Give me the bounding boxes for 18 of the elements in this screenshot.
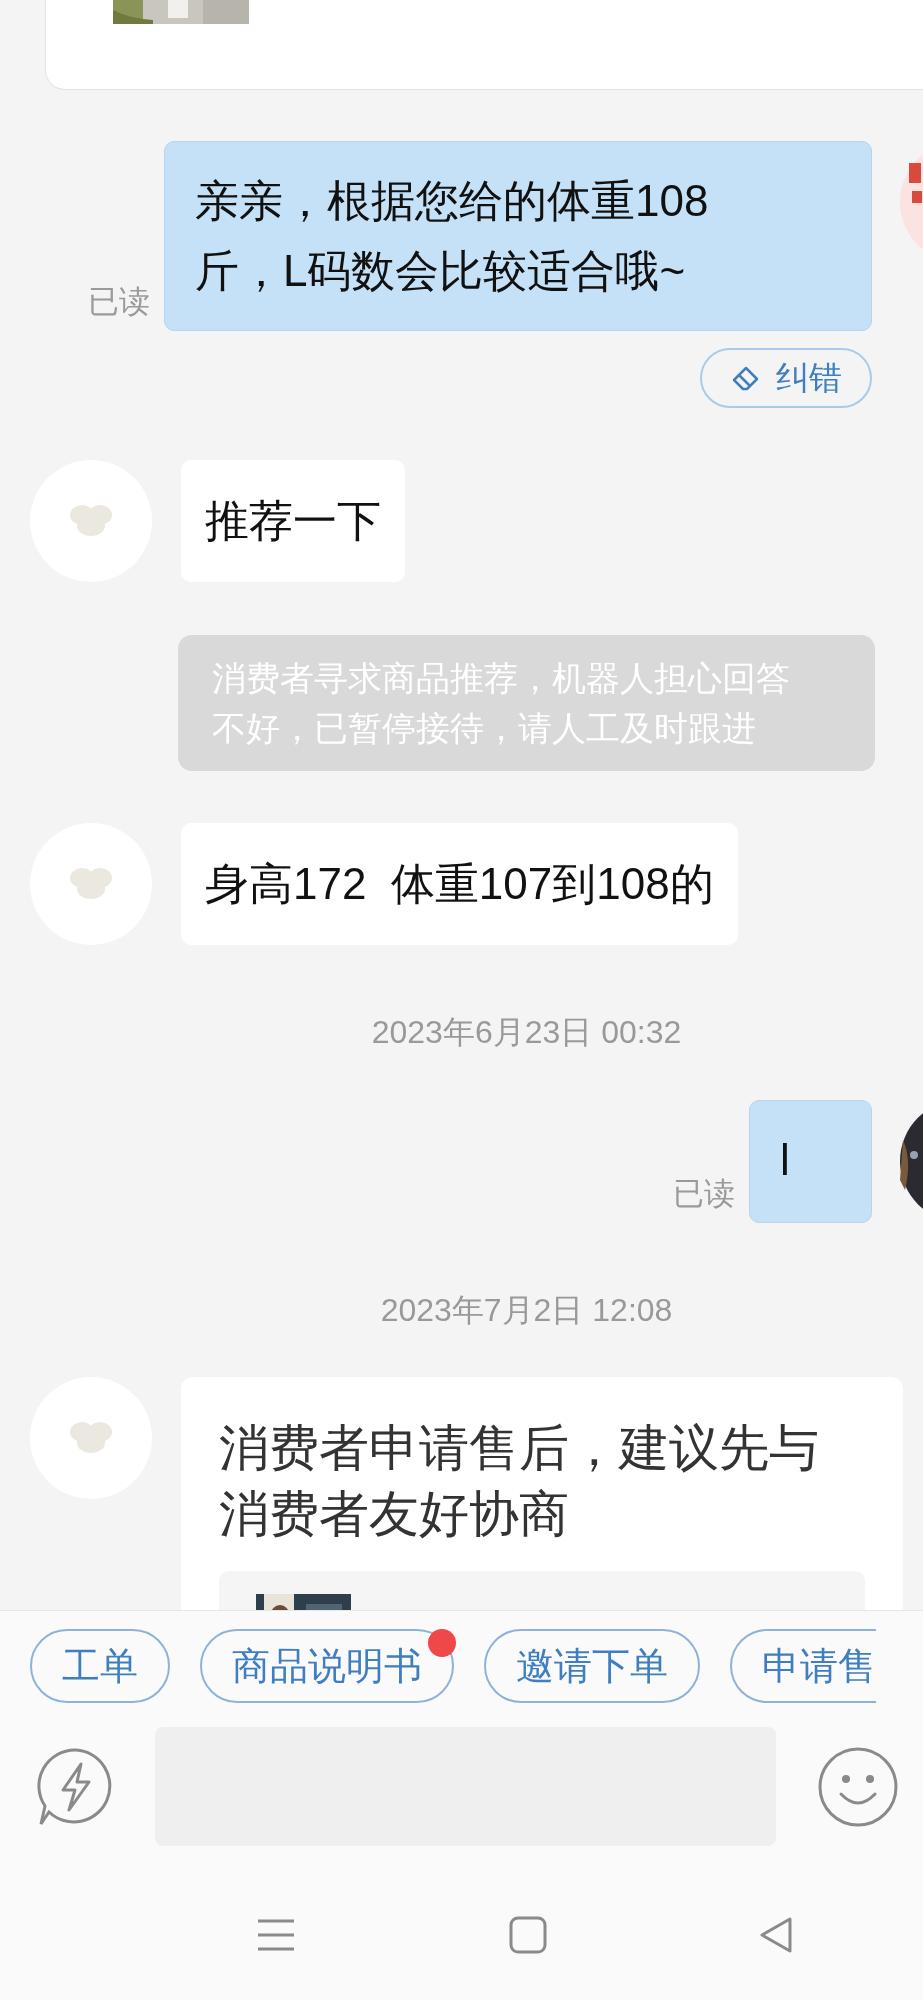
correct-button[interactable]: 纠错	[700, 348, 872, 408]
timestamp: 2023年6月23日 00:32	[370, 1013, 682, 1052]
quick-action-chip[interactable]: 申请售	[730, 1629, 876, 1703]
read-status: 已读	[88, 283, 150, 321]
timestamp: 2023年7月2日 12:08	[379, 1291, 673, 1330]
message-bubble: 亲亲，根据您给的体重108斤，L码数会比较适合哦~	[164, 141, 872, 331]
message-bubble: 推荐一下	[181, 460, 405, 582]
home-icon[interactable]	[509, 1916, 547, 1954]
back-icon[interactable]	[759, 1916, 793, 1954]
quick-action-chip[interactable]: 邀请下单	[484, 1629, 700, 1703]
card-title: 消费者申请售后，建议先与消费者友好协商	[219, 1419, 820, 1544]
read-status: 已读	[673, 1175, 735, 1213]
message-bubble: 身高172 体重107到108的	[181, 823, 738, 945]
message-bubble: l	[749, 1100, 872, 1223]
menu-icon[interactable]	[256, 1918, 296, 1952]
quick-action-chip[interactable]: 商品说明书	[200, 1629, 454, 1703]
quick-action-chip[interactable]: 工单	[30, 1629, 170, 1703]
emoji-icon[interactable]	[817, 1745, 899, 1828]
